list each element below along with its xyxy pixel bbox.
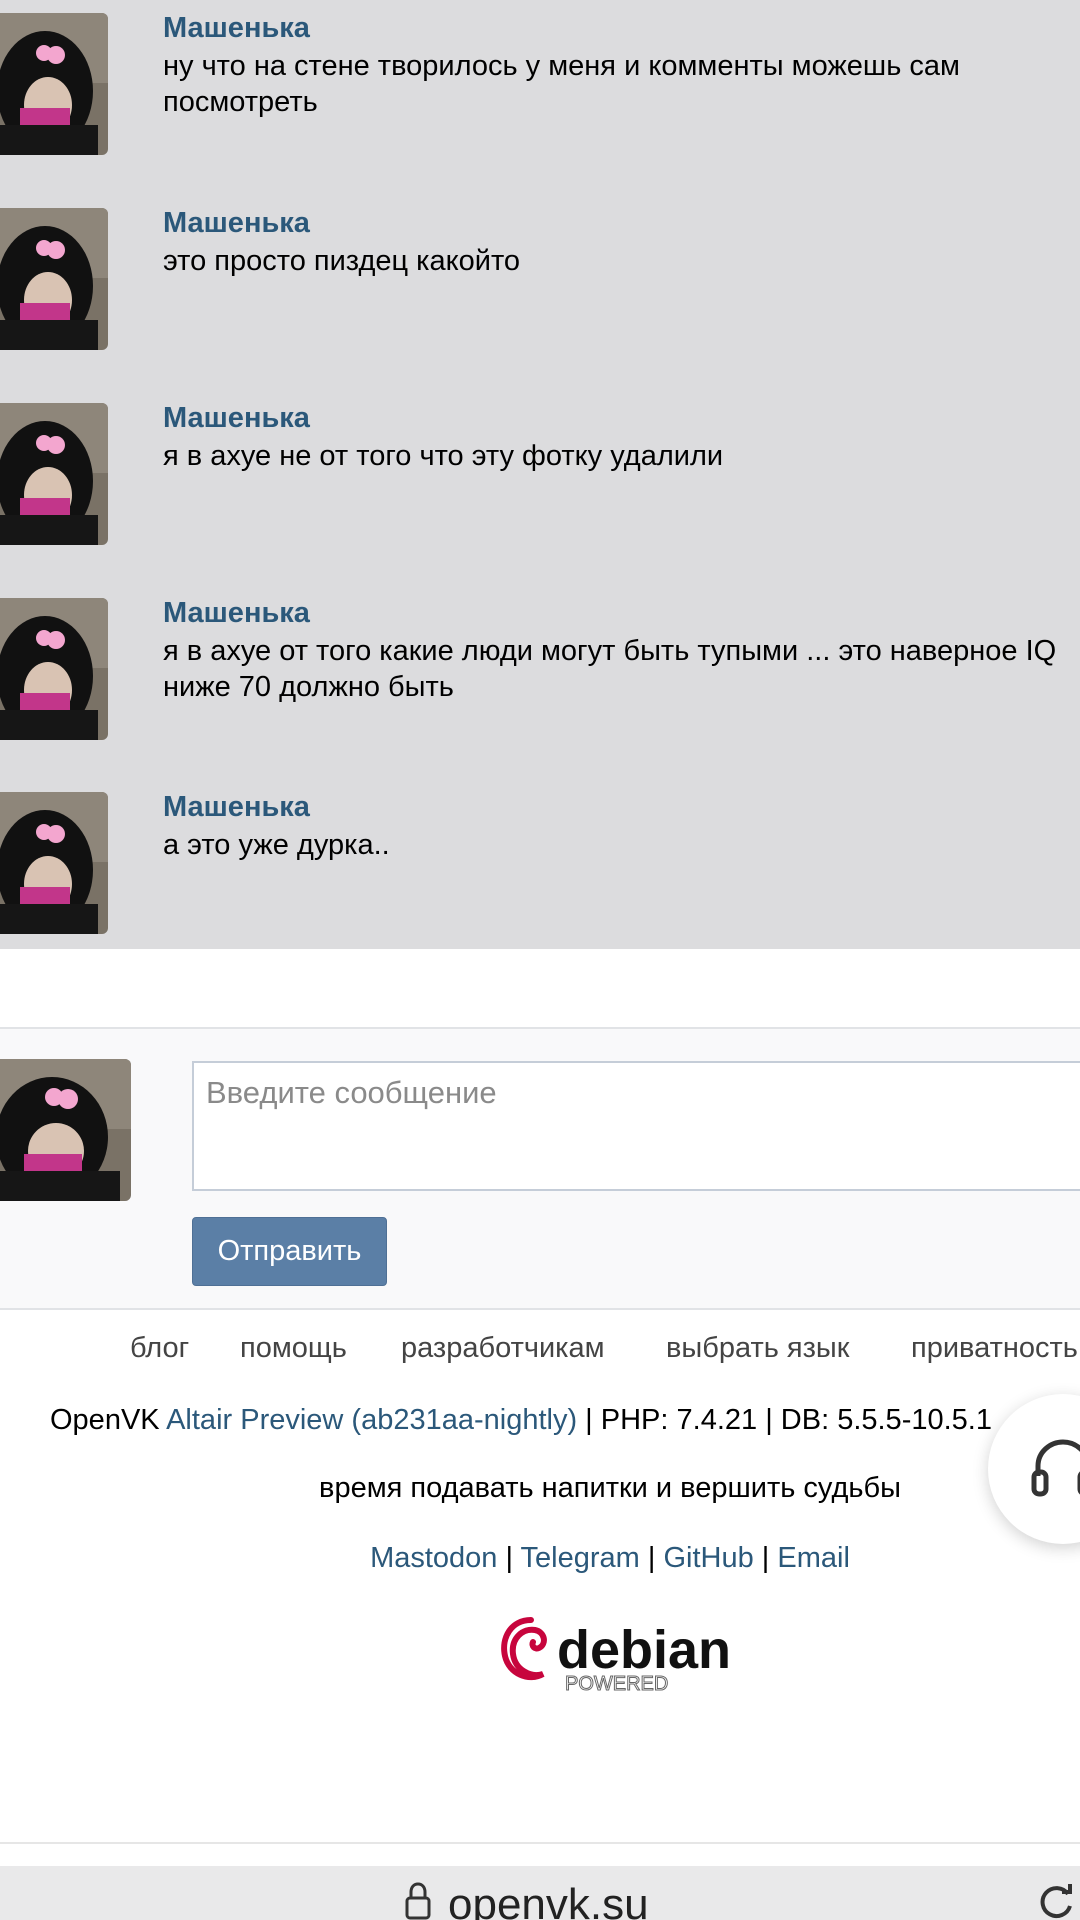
social-link-github[interactable]: GitHub bbox=[663, 1542, 753, 1574]
message-compose: Отправить bbox=[0, 1027, 1080, 1310]
separator: | bbox=[497, 1542, 521, 1574]
support-button[interactable] bbox=[988, 1394, 1080, 1544]
avatar[interactable] bbox=[0, 598, 108, 740]
address-url[interactable]: openvk.su bbox=[448, 1880, 649, 1920]
logo-subtext: POWERED bbox=[565, 1673, 668, 1695]
message-item: Машенька я в ахуе от того какие люди мог… bbox=[0, 585, 1080, 780]
headset-icon bbox=[1031, 1439, 1080, 1497]
message-author[interactable]: Машенька bbox=[163, 207, 310, 240]
page: Машенька ну что на стене творилось у мен… bbox=[0, 0, 1080, 1920]
message-list: Машенька ну что на стене творилось у мен… bbox=[0, 0, 1080, 949]
avatar[interactable] bbox=[0, 13, 108, 155]
footer-link-developers[interactable]: разработчикам bbox=[401, 1332, 605, 1365]
social-links: Mastodon | Telegram | GitHub | Email bbox=[0, 1542, 1080, 1575]
separator: | bbox=[639, 1542, 664, 1574]
social-link-email[interactable]: Email bbox=[777, 1542, 850, 1574]
avatar[interactable] bbox=[0, 208, 108, 350]
message-author[interactable]: Машенька bbox=[163, 791, 310, 824]
message-text: а это уже дурка.. bbox=[163, 829, 390, 861]
message-item: Машенька а это уже дурка.. bbox=[0, 779, 1080, 974]
message-author[interactable]: Машенька bbox=[163, 402, 310, 435]
avatar[interactable] bbox=[0, 1059, 131, 1201]
message-text: это просто пиздец какойто bbox=[163, 245, 521, 277]
version-info: OpenVK Altair Preview (ab231aa-nightly) … bbox=[50, 1404, 992, 1437]
message-text: я в ахуе не от того что эту фотку удалил… bbox=[163, 440, 724, 472]
version-prefix: OpenVK bbox=[50, 1404, 167, 1436]
message-author[interactable]: Машенька bbox=[163, 12, 310, 45]
footer-link-language[interactable]: выбрать язык bbox=[666, 1332, 849, 1365]
footer-link-help[interactable]: помощь bbox=[240, 1332, 347, 1365]
version-link[interactable]: Altair Preview (ab231aa-nightly) bbox=[166, 1404, 577, 1436]
logo-text: debian bbox=[557, 1620, 731, 1680]
debian-powered-logo: debian POWERED bbox=[495, 1610, 735, 1696]
avatar[interactable] bbox=[0, 403, 108, 545]
social-link-telegram[interactable]: Telegram bbox=[521, 1542, 640, 1574]
avatar[interactable] bbox=[0, 792, 108, 934]
footer-nav: блог помощь разработчикам выбрать язык п… bbox=[0, 1332, 1080, 1374]
message-item: Машенька я в ахуе не от того что эту фот… bbox=[0, 390, 1080, 585]
footer-link-blog[interactable]: блог bbox=[130, 1332, 189, 1365]
browser-address-bar[interactable]: openvk.su bbox=[0, 1866, 1080, 1920]
footer-link-privacy[interactable]: приватность bbox=[911, 1332, 1078, 1365]
version-details: | PHP: 7.4.21 | DB: 5.5.5-10.5.1 bbox=[577, 1404, 992, 1436]
message-text: ну что на стене творилось у меня и комме… bbox=[163, 50, 960, 118]
divider bbox=[0, 1842, 1080, 1844]
message-author[interactable]: Машенька bbox=[163, 597, 310, 630]
reload-icon[interactable] bbox=[1036, 1882, 1076, 1920]
send-button[interactable]: Отправить bbox=[192, 1217, 387, 1286]
message-item: Машенька ну что на стене творилось у мен… bbox=[0, 0, 1080, 195]
footer-tagline: время подавать напитки и вершить судьбы bbox=[319, 1472, 901, 1504]
social-link-mastodon[interactable]: Mastodon bbox=[370, 1542, 497, 1574]
message-input[interactable] bbox=[192, 1061, 1080, 1191]
lock-icon bbox=[405, 1882, 431, 1920]
message-text: я в ахуе от того какие люди могут быть т… bbox=[163, 635, 1057, 703]
separator: | bbox=[753, 1542, 778, 1574]
message-item: Машенька это просто пиздец какойто bbox=[0, 195, 1080, 390]
